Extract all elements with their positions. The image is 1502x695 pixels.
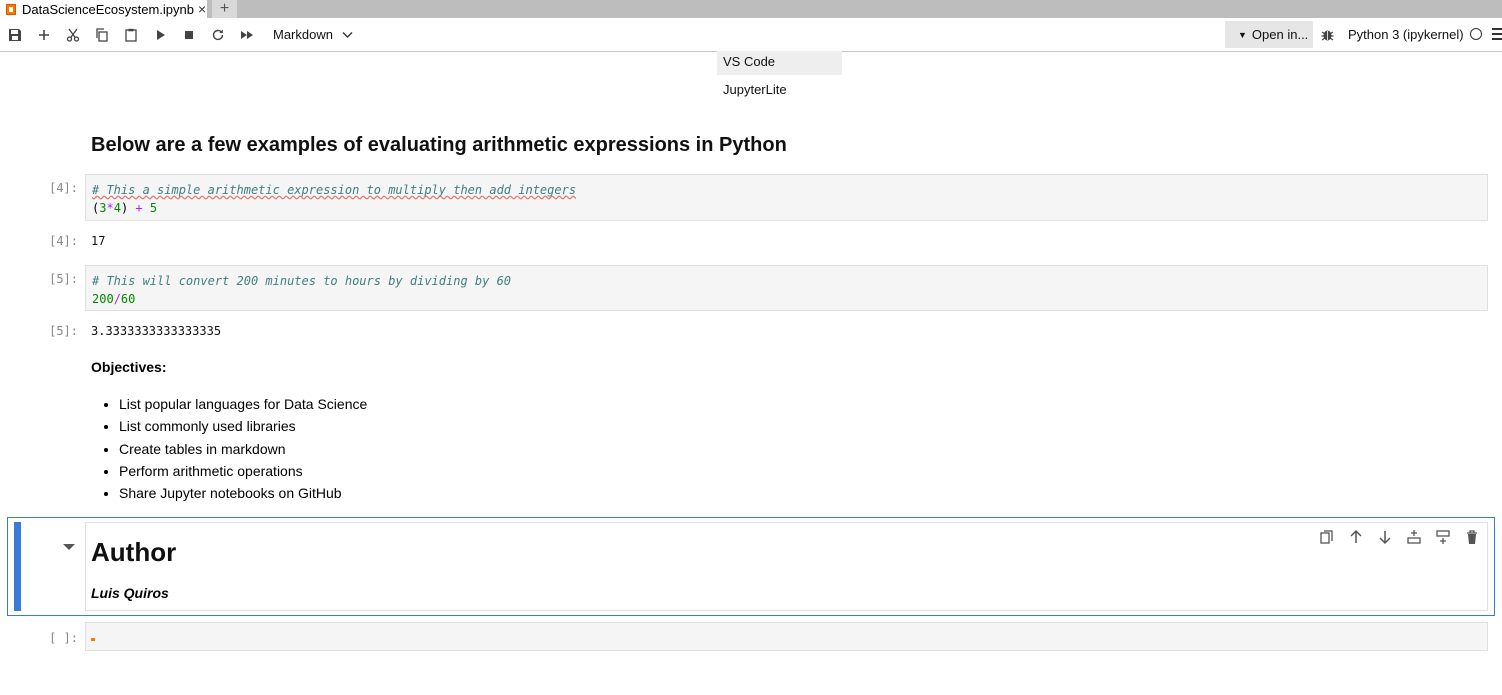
objectives-list: List popular languages for Data Science … [100, 393, 367, 504]
notebook-icon [6, 3, 16, 15]
list-item: Share Jupyter notebooks on GitHub [119, 482, 367, 504]
duplicate-cell-icon[interactable] [1319, 529, 1335, 545]
tab-title: DataScienceEcosystem.ipynb [22, 1, 194, 17]
new-tab-button[interactable]: + [212, 0, 237, 18]
chevron-down-icon [342, 32, 353, 38]
delete-cell-icon[interactable] [1464, 529, 1480, 545]
cell-collapser[interactable] [14, 522, 21, 611]
code-comment: # This a simple arithmetic expression to… [92, 183, 577, 197]
bug-icon[interactable] [1320, 27, 1335, 42]
code-comment: # This will convert 200 minutes to hours… [92, 274, 512, 288]
input-prompt: [4]: [49, 181, 78, 195]
markdown-cell-body[interactable] [85, 522, 1488, 611]
output-prompt: [5]: [49, 324, 78, 338]
code-line: 200/60 [92, 292, 136, 306]
text-cursor [91, 638, 95, 641]
code-cell-input[interactable]: # This a simple arithmetic expression to… [85, 174, 1488, 221]
caret-down-icon[interactable] [63, 544, 75, 550]
stop-icon[interactable] [180, 26, 198, 44]
objectives-title: Objectives: [91, 359, 167, 375]
kernel-status-icon [1470, 28, 1482, 40]
restart-icon[interactable] [209, 26, 227, 44]
cell-output: 3.3333333333333335 [91, 324, 222, 338]
list-item: Create tables in markdown [119, 438, 367, 460]
input-prompt: [5]: [49, 272, 78, 286]
list-item: List commonly used libraries [119, 415, 367, 437]
menu-item-vscode[interactable]: VS Code [717, 51, 842, 75]
tab-notebook[interactable]: DataScienceEcosystem.ipynb × [0, 0, 207, 18]
add-cell-icon[interactable] [35, 26, 53, 44]
open-in-label: Open in... [1251, 27, 1309, 42]
move-down-icon[interactable] [1377, 529, 1393, 545]
save-icon[interactable] [6, 26, 24, 44]
list-item: List popular languages for Data Science [119, 393, 367, 415]
tab-bar: DataScienceEcosystem.ipynb × + [0, 0, 1502, 18]
cut-icon[interactable] [64, 26, 82, 44]
output-prompt: [4]: [49, 234, 78, 248]
author-heading: Author [91, 537, 177, 567]
open-in-button[interactable]: ▼ Open in... [1225, 21, 1313, 48]
menu-icon[interactable] [1492, 28, 1502, 40]
input-prompt: [ ]: [49, 631, 78, 645]
cell-type-select[interactable]: Markdown [273, 27, 353, 42]
code-cell-input[interactable]: # This will convert 200 minutes to hours… [85, 265, 1488, 311]
close-icon[interactable]: × [198, 1, 206, 17]
cell-type-value: Markdown [273, 27, 333, 42]
list-item: Perform arithmetic operations [119, 460, 367, 482]
empty-code-cell[interactable] [85, 622, 1488, 651]
menu-item-jupyterlite[interactable]: JupyterLite [717, 79, 842, 103]
paste-icon[interactable] [122, 26, 140, 44]
insert-below-icon[interactable] [1435, 529, 1451, 545]
cell-output: 17 [91, 234, 106, 248]
move-up-icon[interactable] [1348, 529, 1364, 545]
notebook-toolbar: Markdown ▼ Open in... Python 3 (ipykerne… [0, 18, 1502, 52]
insert-above-icon[interactable] [1406, 529, 1422, 545]
run-all-icon[interactable] [238, 26, 256, 44]
copy-icon[interactable] [93, 26, 111, 44]
caret-down-icon: ▼ [1238, 29, 1247, 40]
markdown-heading: Below are a few examples of evaluating a… [91, 134, 787, 156]
code-line: (3*4) + 5 [92, 201, 158, 215]
open-in-menu: VS Code JupyterLite [717, 51, 842, 109]
author-name: Luis Quiros [91, 585, 169, 601]
kernel-name[interactable]: Python 3 (ipykernel) [1348, 27, 1464, 42]
run-icon[interactable] [151, 26, 169, 44]
